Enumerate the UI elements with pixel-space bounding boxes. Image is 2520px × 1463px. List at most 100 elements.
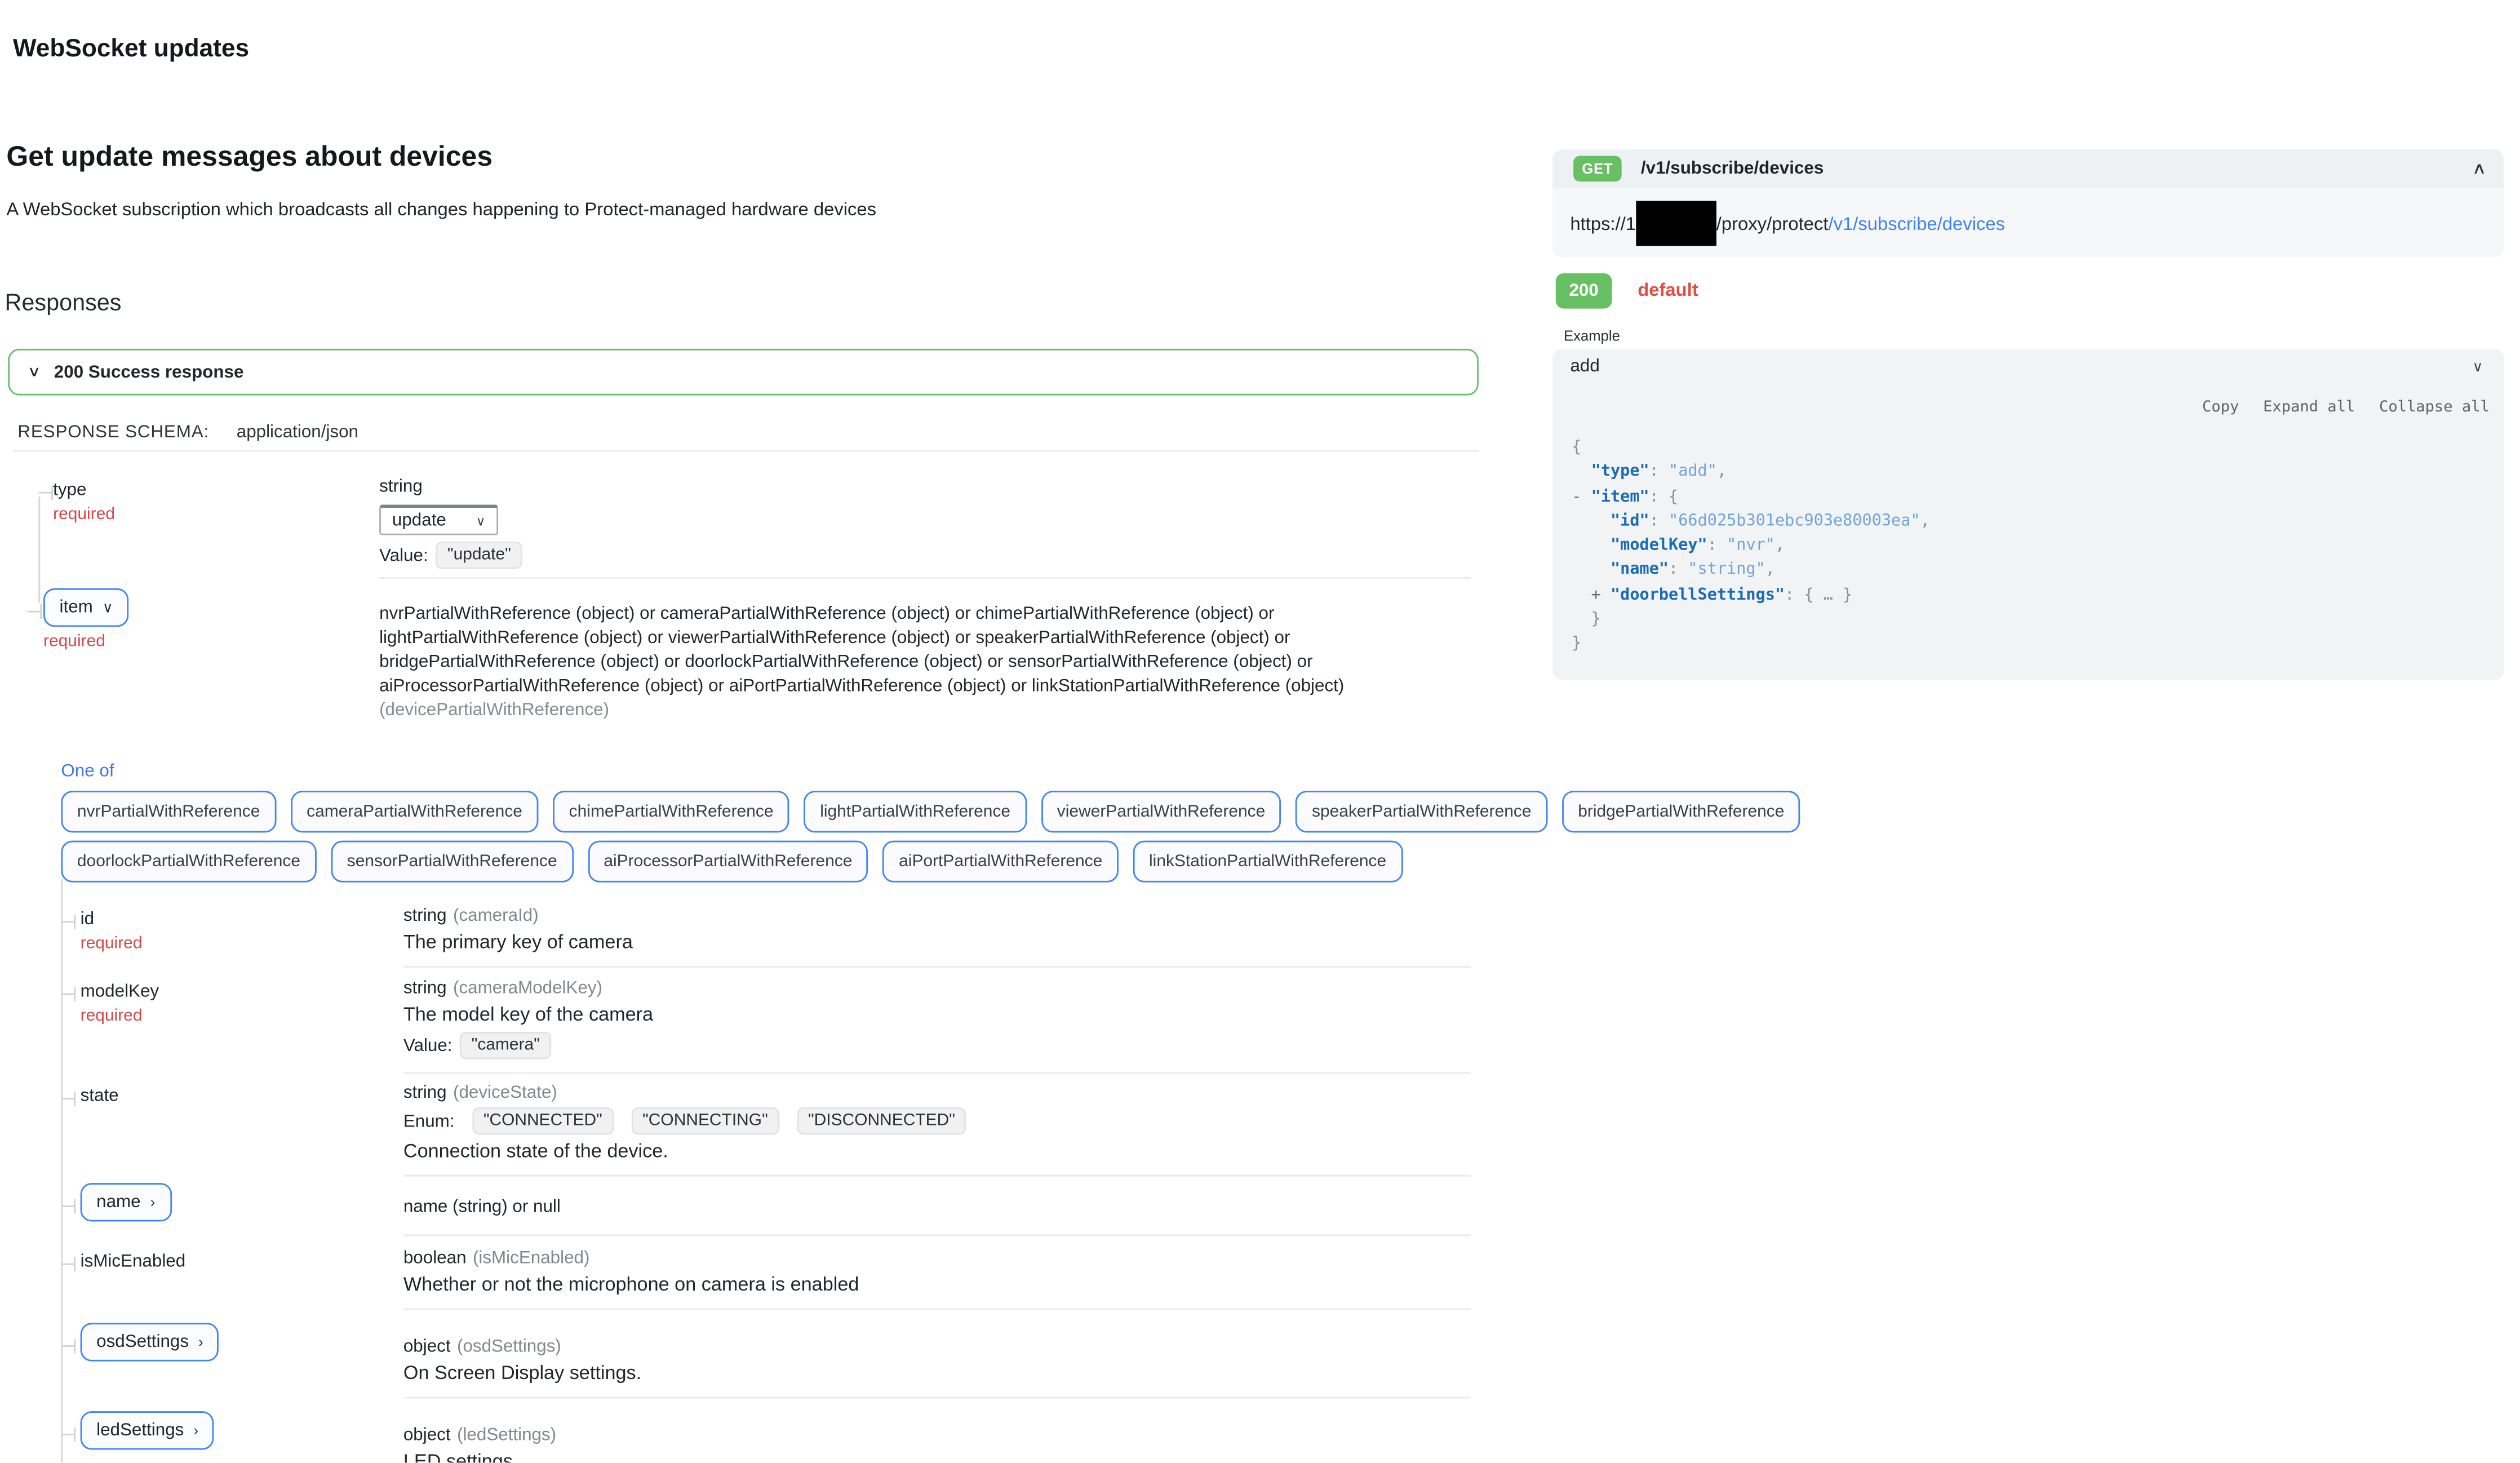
code-line: }: [1572, 632, 2484, 657]
status-default-label: default: [1638, 281, 1698, 300]
example-label: Example: [1564, 328, 2504, 344]
type-ref: (osdSettings): [457, 1337, 561, 1356]
union-description: nvrPartialWithReference (object) or came…: [379, 603, 1395, 699]
one-of-option-aiProcessorPartialWithReference[interactable]: aiProcessorPartialWithReference: [588, 841, 868, 883]
chevron-down-icon: ∨: [28, 363, 41, 381]
one-of-option-doorlockPartialWithReference[interactable]: doorlockPartialWithReference: [61, 841, 316, 883]
json-key: "type": [1591, 463, 1649, 481]
one-of-option-aiPortPartialWithReference[interactable]: aiPortPartialWithReference: [883, 841, 1119, 883]
prop-type: object (ledSettings): [403, 1426, 2520, 1445]
type-name: object: [403, 1426, 451, 1445]
prop-cell: idrequired: [0, 907, 403, 954]
tree-line: [61, 879, 63, 1462]
code-line: {: [1572, 436, 2484, 460]
example-select[interactable]: add ∨: [1552, 349, 2504, 384]
required-badge: required: [43, 632, 379, 651]
type-name: string: [403, 1083, 447, 1102]
prop-details: object(osdSettings)On Screen Display set…: [403, 1323, 2520, 1384]
request-url: https://1/proxy/protect/v1/subscribe/dev…: [1552, 188, 2504, 258]
type-name: object: [403, 1337, 451, 1356]
json-punctuation: [1572, 537, 1611, 555]
redacted-host: [1636, 200, 1716, 245]
code-line: + "doorbellSettings": { … }: [1572, 583, 2484, 608]
type-ref: (cameraModelKey): [453, 979, 602, 998]
prop-label: osdSettings: [96, 1332, 189, 1351]
type-name: string: [379, 477, 423, 496]
json-punctuation: { … }: [1804, 586, 1852, 604]
value-label: Value:: [403, 1036, 452, 1055]
prop-label: ledSettings: [96, 1421, 184, 1440]
success-response-toggle[interactable]: ∨ 200 Success response: [8, 349, 1479, 396]
code-line: }: [1572, 608, 2484, 632]
union-note: (devicePartialWithReference): [379, 699, 2520, 724]
code-line: - "item": {: [1572, 485, 2484, 509]
one-of-option-lightPartialWithReference[interactable]: lightPartialWithReference: [804, 791, 1027, 832]
one-of-option-bridgePartialWithReference[interactable]: bridgePartialWithReference: [1562, 791, 1800, 832]
prop-expand-button-osdSettings[interactable]: osdSettings›: [81, 1323, 220, 1361]
enum-chip: "DISCONNECTED": [797, 1107, 966, 1134]
request-path: /v1/subscribe/devices: [1641, 159, 1824, 178]
chevron-down-icon: ∨: [2473, 358, 2483, 375]
one-of-option-viewerPartialWithReference[interactable]: viewerPartialWithReference: [1041, 791, 1281, 832]
chevron-right-icon: ›: [193, 1422, 198, 1439]
request-header[interactable]: GET /v1/subscribe/devices ∧: [1552, 149, 2504, 188]
example-json-code[interactable]: { "type": "add",- "item": { "id": "66d02…: [1552, 436, 2504, 657]
prop-expand-button-ledSettings[interactable]: ledSettings ›: [81, 1411, 215, 1449]
json-punctuation: -: [1572, 488, 1591, 506]
page: WebSocket updates Get update messages ab…: [0, 0, 2520, 1462]
prop-cell: ledSettings ›: [0, 1411, 403, 1462]
json-value: "nvr": [1727, 537, 1775, 555]
one-of-option-nvrPartialWithReference[interactable]: nvrPartialWithReference: [61, 791, 276, 832]
one-of-option-chimePartialWithReference[interactable]: chimePartialWithReference: [553, 791, 789, 832]
status-code-badge: 200: [1556, 273, 1612, 309]
json-value: "string": [1688, 562, 1765, 579]
type-name: boolean: [403, 1249, 467, 1268]
type-ref: (cameraId): [453, 907, 539, 926]
json-punctuation: [1572, 512, 1611, 530]
enum-chip: "CONNECTED": [472, 1107, 614, 1134]
one-of-option-cameraPartialWithReference[interactable]: cameraPartialWithReference: [291, 791, 539, 832]
prop-label: name: [96, 1192, 141, 1212]
value-select[interactable]: update∨: [379, 505, 498, 535]
schema-row-modelKey: modelKeyrequiredstring(cameraModelKey)Th…: [0, 968, 2520, 1059]
tree-line: [38, 496, 40, 602]
type-ref: (ledSettings): [457, 1426, 556, 1445]
json-punctuation: {: [1572, 439, 1581, 456]
schema-row-isMicEnabled: isMicEnabledboolean(isMicEnabled)Whether…: [0, 1236, 2520, 1296]
json-value: "add": [1669, 463, 1717, 481]
json-punctuation: ,: [1765, 562, 1775, 579]
status-line: 200 default: [1552, 273, 2504, 309]
json-punctuation: :: [1669, 562, 1688, 579]
prop-label: isMicEnabled: [81, 1249, 403, 1271]
prop-type: string(deviceState): [403, 1083, 2520, 1102]
schema-row-state: statestring(deviceState)Enum:"CONNECTED"…: [0, 1074, 2520, 1162]
json-key: "doorbellSettings": [1611, 586, 1785, 604]
url-path-link[interactable]: /v1/subscribe/devices: [1828, 215, 2005, 234]
one-of-row: doorlockPartialWithReference sensorPartia…: [61, 841, 2520, 883]
expand-all-button[interactable]: Expand all: [2263, 398, 2355, 416]
one-of-option-sensorPartialWithReference[interactable]: sensorPartialWithReference: [331, 841, 573, 883]
enum-label: Enum:: [403, 1111, 455, 1130]
prop-type: boolean(isMicEnabled): [403, 1249, 2520, 1268]
prop-details: name (string) or null: [403, 1183, 2520, 1221]
url-prefix: https://1: [1570, 215, 1636, 234]
one-of-label: One of: [61, 762, 2520, 781]
chevron-down-icon: ∨: [103, 598, 113, 616]
prop-expand-button-name[interactable]: name›: [81, 1183, 171, 1221]
copy-button[interactable]: Copy: [2202, 398, 2239, 416]
prop-expand-button-item[interactable]: item∨: [43, 588, 129, 627]
collapse-all-button[interactable]: Collapse all: [2379, 398, 2490, 416]
request-panel: GET /v1/subscribe/devices ∧ https://1/pr…: [1552, 149, 2504, 679]
chevron-down-icon: ∨: [476, 513, 486, 528]
prop-type: name (string) or null: [403, 1198, 2520, 1217]
one-of-option-linkStationPartialWithReference[interactable]: linkStationPartialWithReference: [1133, 841, 1403, 883]
value-label: Value:: [379, 546, 428, 565]
url-mid: /proxy/protect: [1716, 215, 1829, 234]
example-selected-value: add: [1570, 357, 1599, 376]
enum-values: Enum:"CONNECTED""CONNECTING""DISCONNECTE…: [403, 1107, 2520, 1134]
one-of-option-speakerPartialWithReference[interactable]: speakerPartialWithReference: [1296, 791, 1548, 832]
value-chip: "update": [436, 542, 522, 569]
json-key: "modelKey": [1611, 537, 1707, 555]
success-response-label: 200 Success response: [54, 362, 244, 382]
prop-details: string(deviceState)Enum:"CONNECTED""CONN…: [403, 1083, 2520, 1162]
